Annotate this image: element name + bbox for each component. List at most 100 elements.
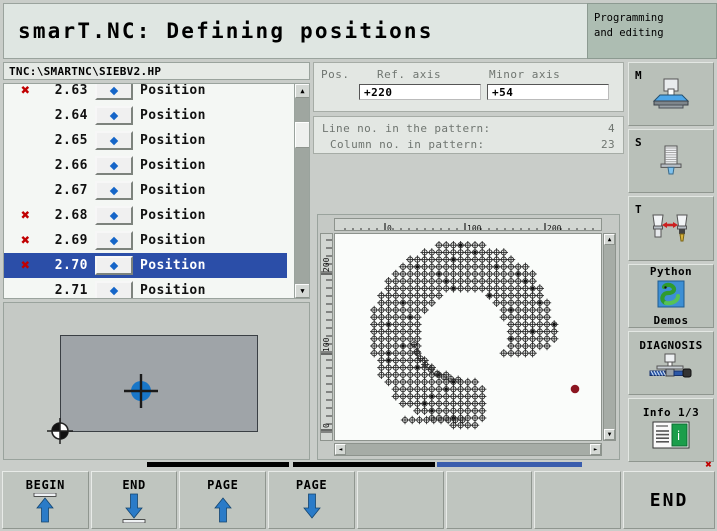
bottom-key-page-3[interactable]: PAGE	[268, 471, 355, 529]
bottom-key-label: END	[122, 477, 146, 492]
scroll-up-button[interactable]: ▲	[295, 84, 309, 98]
bottom-key-empty-5[interactable]	[445, 471, 533, 529]
ref-axis-field[interactable]: +220	[359, 84, 481, 100]
bottom-key-page-2[interactable]: PAGE	[179, 471, 267, 529]
diamond-glyph	[109, 211, 119, 220]
position-list-scrollbar[interactable]: ▲ ▼	[294, 84, 309, 298]
file-path-bar: TNC:\SMARTNC\SIEBV2.HP	[3, 62, 310, 80]
diamond-glyph	[109, 161, 119, 170]
row-label: Position	[140, 158, 206, 173]
position-diamond-icon[interactable]	[95, 181, 133, 200]
position-diamond-icon[interactable]	[95, 131, 133, 150]
bottom-key-begin-0[interactable]: BEGIN	[2, 471, 89, 529]
row-label: Position	[140, 83, 206, 98]
position-list[interactable]: ✖ 2.63 Position 2.64 Position 2.65 Position 2.6…	[3, 83, 310, 299]
python-snake-icon	[657, 280, 685, 308]
file-path: TNC:\SMARTNC\SIEBV2.HP	[9, 64, 162, 78]
row-marker-icon: ✖	[20, 256, 30, 274]
position-diamond-icon[interactable]	[95, 206, 133, 225]
workpiece-blank-rectangle	[60, 335, 258, 432]
row-number: 2.66	[54, 158, 88, 173]
page-title-container: smarT.NC: Defining positions	[3, 3, 587, 59]
graphics-view[interactable]: 0 100 200 200 100 0 ▲ ▼ ◄ ►	[317, 214, 620, 460]
status-strip: ✖	[0, 458, 717, 471]
bottom-key-end-1[interactable]: END	[90, 471, 178, 529]
graphics-scroll-right-button[interactable]: ►	[590, 444, 601, 455]
bottom-softkey-bar: BEGIN END PAGE PAGE END	[0, 469, 717, 531]
position-diamond-icon[interactable]	[95, 281, 133, 298]
position-diamond-icon[interactable]	[95, 231, 133, 250]
svg-text:100: 100	[467, 224, 482, 231]
position-list-row[interactable]: ✖ 2.69 Position	[4, 228, 287, 253]
position-list-row[interactable]: 2.67 Position	[4, 178, 287, 203]
position-list-row[interactable]: ✖ 2.63 Position	[4, 83, 287, 103]
pattern-column-label: Column no. in pattern:	[330, 137, 485, 151]
mode-line-2: and editing	[594, 27, 664, 40]
datum-crosshair-icon	[123, 373, 159, 409]
graphics-vertical-scrollbar[interactable]: ▲ ▼	[603, 233, 616, 441]
minor-axis-field[interactable]: +54	[487, 84, 609, 100]
position-list-row[interactable]: 2.64 Position	[4, 103, 287, 128]
title-bar: smarT.NC: Defining positions Programming…	[0, 0, 717, 59]
softkey-m[interactable]: M	[628, 62, 714, 127]
row-label: Position	[140, 133, 206, 148]
row-number: 2.70	[54, 258, 88, 273]
pattern-column-value: 23	[600, 137, 615, 151]
softkey-python[interactable]: Python Demos	[628, 263, 714, 328]
position-list-row[interactable]: 2.66 Position	[4, 153, 287, 178]
diamond-glyph	[109, 286, 119, 295]
bottom-key-empty-6[interactable]	[534, 471, 622, 529]
softkey-diagnosis[interactable]: DIAGNOSIS	[628, 330, 714, 395]
tool-change-icon	[652, 214, 688, 242]
softkey-info-1-3[interactable]: Info 1/3 i	[628, 397, 714, 463]
origin-symbol-icon	[47, 418, 73, 444]
row-label: Position	[140, 258, 206, 273]
spindle-table-icon	[652, 78, 690, 109]
softkey-column: M S T Python Demos DIAGNOSIS Info 1/3 i	[628, 62, 714, 463]
position-list-row[interactable]: 2.65 Position	[4, 128, 287, 153]
position-diamond-icon[interactable]	[95, 156, 133, 175]
graphics-scroll-down-button[interactable]: ▼	[604, 429, 615, 440]
scrollbar-thumb[interactable]	[295, 122, 309, 148]
page-title: smarT.NC: Defining positions	[18, 19, 434, 43]
diamond-glyph	[109, 86, 119, 95]
workpiece-preview-pane[interactable]	[3, 302, 310, 460]
softkey-label: M	[635, 69, 643, 82]
softkey-s[interactable]: S	[628, 129, 714, 194]
bottom-key-empty-4[interactable]	[356, 471, 444, 529]
status-bar-c	[437, 462, 582, 467]
bottom-key-label: PAGE	[295, 477, 328, 492]
svg-text:i: i	[677, 429, 680, 443]
status-bar-a	[147, 462, 289, 467]
position-list-row[interactable]: ✖ 2.68 Position	[4, 203, 287, 228]
position-list-row[interactable]: 2.71 Position	[4, 278, 287, 298]
position-diamond-icon[interactable]	[95, 106, 133, 125]
graphics-horizontal-scrollbar[interactable]: ◄ ►	[334, 443, 602, 456]
vertical-ruler: 200 100 0	[320, 233, 333, 441]
graphics-scroll-up-button[interactable]: ▲	[604, 234, 615, 245]
row-number: 2.67	[54, 183, 88, 198]
arrow-down-to-line-icon	[122, 493, 146, 523]
row-number: 2.68	[54, 208, 88, 223]
softkey-label: T	[635, 203, 643, 217]
pattern-column-row: Column no. in pattern: 23	[322, 137, 615, 153]
position-diamond-icon[interactable]	[95, 256, 133, 275]
position-list-row[interactable]: ✖ 2.70 Position	[4, 253, 287, 278]
row-label: Position	[140, 283, 206, 298]
graphics-scroll-left-button[interactable]: ◄	[335, 444, 346, 455]
row-number: 2.65	[54, 133, 88, 148]
bottom-key-end[interactable]: END	[623, 471, 716, 529]
diamond-glyph	[109, 111, 119, 120]
softkey-label-top: Python	[649, 264, 693, 278]
info-document-icon: i	[652, 421, 690, 449]
bottom-key-label: BEGIN	[25, 477, 65, 492]
diagnosis-icon	[649, 353, 692, 378]
position-values-panel: Pos. Ref. axis Minor axis +220 +54	[313, 62, 624, 112]
svg-text:100: 100	[322, 337, 331, 352]
scroll-down-button[interactable]: ▼	[295, 284, 309, 298]
softkey-label: DIAGNOSIS	[639, 338, 703, 352]
position-diamond-icon[interactable]	[95, 84, 133, 100]
softkey-t[interactable]: T	[628, 196, 714, 261]
pattern-canvas[interactable]	[334, 233, 602, 441]
ref-axis-label: Ref. axis	[377, 68, 442, 81]
